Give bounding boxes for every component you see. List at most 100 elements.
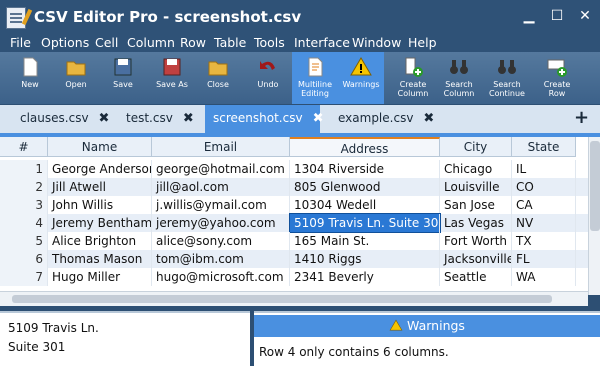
row-number[interactable]: 7 [0,268,48,286]
menu-table[interactable]: Table [214,35,246,50]
warning-message[interactable]: Row 4 only contains 6 columns. [259,345,449,359]
row-number[interactable]: 5 [0,232,48,250]
cell-name[interactable]: Hugo Miller [48,268,152,286]
horizontal-scrollbar[interactable] [0,291,588,306]
menu-interface[interactable]: Interface [294,35,350,50]
save-button[interactable]: Save [103,52,143,104]
table-row: 1 George Anderson george@hotmail.com 130… [0,160,588,178]
cell-email[interactable]: j.willis@ymail.com [152,196,290,214]
add-row-icon [547,59,567,77]
cell-address[interactable]: 1410 Riggs [290,250,440,268]
close-tab-icon[interactable]: ✖ [423,111,434,126]
menu-row[interactable]: Row [180,35,206,50]
cell-address[interactable]: 1304 Riverside [290,160,440,178]
cell-city[interactable]: Louisville [440,178,512,196]
folder-icon [66,61,86,76]
cell-editor[interactable]: 5109 Travis Ln. Suite 301 [0,311,250,366]
header-city[interactable]: City [440,137,512,157]
cell-name[interactable]: John Willis [48,196,152,214]
cell-address[interactable]: 10304 Wedell [290,196,440,214]
save-as-icon [163,58,181,76]
vertical-scrollbar[interactable] [588,137,600,295]
menu-window[interactable]: Window [352,35,401,50]
close-file-button[interactable]: Close [198,52,238,104]
multiline-editing-button[interactable]: Multiline Editing [292,52,338,104]
menu-options[interactable]: Options [41,35,89,50]
header-state[interactable]: State [512,137,576,157]
cell-state[interactable]: IL [512,160,576,178]
cell-email[interactable]: jill@aol.com [152,178,290,196]
close-tab-icon[interactable]: ✖ [183,111,194,126]
row-number[interactable]: 4 [0,214,48,232]
menu-file[interactable]: File [10,35,31,50]
menu-help[interactable]: Help [408,35,437,50]
cell-email[interactable]: hugo@microsoft.com [152,268,290,286]
cell-name[interactable]: Alice Brighton [48,232,152,250]
cell-address[interactable]: 2341 Beverly [290,268,440,286]
header-index[interactable]: # [0,137,48,157]
cell-state[interactable]: WA [512,268,576,286]
cell-state[interactable]: NV [512,214,576,232]
warning-icon [350,57,372,76]
row-number[interactable]: 3 [0,196,48,214]
cell-state[interactable]: FL [512,250,576,268]
header-name[interactable]: Name [48,137,152,157]
close-tab-icon[interactable]: ✖ [99,111,110,126]
cell-email[interactable]: jeremy@yahoo.com [152,214,290,232]
cell-city[interactable]: Chicago [440,160,512,178]
scroll-thumb[interactable] [590,141,600,231]
header-email[interactable]: Email [152,137,290,157]
cell-email[interactable]: tom@ibm.com [152,250,290,268]
add-tab-button[interactable]: + [574,107,589,128]
row-number[interactable]: 1 [0,160,48,178]
menu-bar: File Options Cell Column Row Table Tools… [0,34,600,52]
csv-grid: # Name Email Address City State 1 George… [0,137,588,291]
header-address[interactable]: Address [290,137,440,157]
search-column-button[interactable]: Search Column [438,52,480,104]
cell-state[interactable]: CA [512,196,576,214]
open-button[interactable]: Open [56,52,96,104]
cell-email[interactable]: alice@sony.com [152,232,290,250]
tab-example[interactable]: example.csv ✖ [338,111,434,126]
cell-city[interactable]: Jacksonville [440,250,512,268]
cell-city[interactable]: Las Vegas [440,214,512,232]
search-continue-button[interactable]: Search Continue [486,52,528,104]
create-column-button[interactable]: Create Column [392,52,434,104]
warnings-header: Warnings [254,315,600,337]
warnings-button[interactable]: Warnings [338,52,384,104]
cell-email[interactable]: george@hotmail.com [152,160,290,178]
minimize-button[interactable]: ▁ [520,7,538,25]
cell-state[interactable]: TX [512,232,576,250]
cell-address[interactable]: 165 Main St. [290,232,440,250]
cell-name[interactable]: Jeremy Bentham [48,214,152,232]
undo-button[interactable]: Undo [248,52,288,104]
menu-tools[interactable]: Tools [254,35,285,50]
close-window-button[interactable]: ✕ [576,7,594,25]
cell-city[interactable]: Fort Worth [440,232,512,250]
binoculars-continue-icon [498,60,516,74]
cell-name[interactable]: Thomas Mason [48,250,152,268]
menu-cell[interactable]: Cell [95,35,118,50]
floppy-icon [114,58,132,76]
cell-city[interactable]: San Jose [440,196,512,214]
cell-state[interactable]: CO [512,178,576,196]
create-row-button[interactable]: Create Row [538,52,576,104]
close-tab-icon[interactable]: ✖ [313,111,324,126]
hscroll-thumb[interactable] [12,295,552,303]
cell-address-selected[interactable]: 5109 Travis Ln. Suite 301 [289,213,441,233]
cell-city[interactable]: Seattle [440,268,512,286]
tab-test[interactable]: test.csv ✖ [126,111,194,126]
toolbar: New Open Save Save As Close Undo Multili… [0,52,600,104]
cell-address[interactable]: 805 Glenwood [290,178,440,196]
row-number[interactable]: 6 [0,250,48,268]
row-number[interactable]: 2 [0,178,48,196]
maximize-button[interactable]: ☐ [548,7,566,25]
cell-name[interactable]: Jill Atwell [48,178,152,196]
save-as-button[interactable]: Save As [150,52,194,104]
new-button[interactable]: New [10,52,50,104]
window-title: CSV Editor Pro - screenshot.csv [34,8,302,26]
cell-name[interactable]: George Anderson [48,160,152,178]
tab-clauses[interactable]: clauses.csv ✖ [20,111,109,126]
tab-screenshot[interactable]: screenshot.csv ✖ [205,105,323,133]
menu-column[interactable]: Column [127,35,175,50]
